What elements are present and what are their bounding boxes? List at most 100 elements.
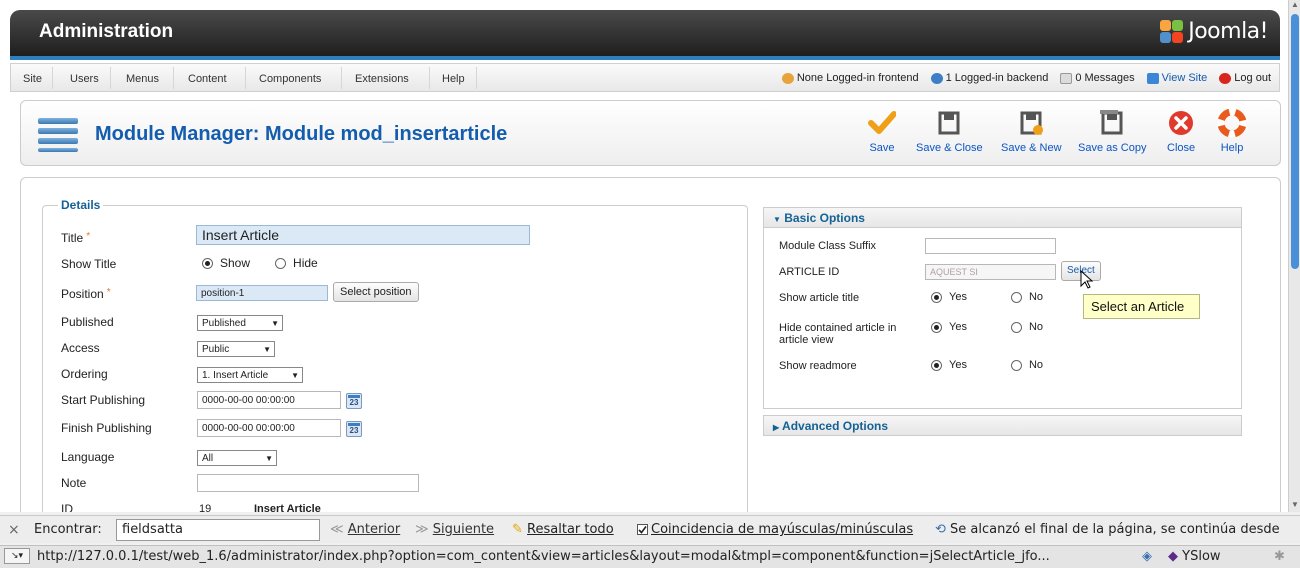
finish-publishing-input[interactable]: 0000-00-00 00:00:00: [197, 419, 341, 437]
menu-components[interactable]: Components: [259, 73, 321, 85]
id-article-title: Insert Article: [254, 503, 321, 512]
save-label: Save: [869, 142, 895, 154]
language-select[interactable]: All ▼: [197, 450, 277, 466]
no-option[interactable]: No: [1010, 291, 1043, 303]
checkbox-checked-icon[interactable]: [637, 524, 648, 535]
joomla-wordmark: Joomla!: [1188, 19, 1268, 44]
radio-button[interactable]: [275, 257, 287, 269]
highlight-all-button[interactable]: ✎ Resaltar todo: [512, 522, 614, 537]
show-title-radio-group: Show Hide: [202, 256, 343, 270]
title-input[interactable]: Insert Article: [196, 225, 530, 245]
module-class-suffix-input[interactable]: [925, 238, 1056, 254]
close-label: Close: [1167, 142, 1196, 154]
status-diamond-icon[interactable]: ◈: [1142, 549, 1152, 564]
menu-extensions[interactable]: Extensions: [355, 73, 409, 85]
menu-menus[interactable]: Menus: [126, 73, 159, 85]
dropdown-arrow-icon: ▼: [265, 454, 273, 463]
menu-site[interactable]: Site: [23, 73, 42, 85]
toolbar: Module Manager: Module mod_insertarticle…: [20, 100, 1281, 166]
start-publishing-input[interactable]: 0000-00-00 00:00:00: [197, 391, 341, 409]
save-new-button[interactable]: Save & New: [1001, 109, 1062, 154]
match-case-label: Coincidencia de mayúsculas/minúsculas: [651, 522, 914, 537]
no-label: No: [1028, 321, 1044, 333]
calendar-icon[interactable]: 23: [346, 421, 362, 437]
admin-menubar: Site Users Menus Content Components Exte…: [10, 63, 1280, 92]
id-value: 19: [199, 503, 212, 512]
yslow-button[interactable]: ◆ YSlow: [1168, 549, 1221, 564]
match-case-checkbox[interactable]: Coincidencia de mayúsculas/minúsculas: [637, 522, 913, 537]
scrollbar-thumb[interactable]: [1291, 14, 1299, 269]
access-label: Access: [61, 341, 100, 355]
radio-button-checked[interactable]: [931, 321, 942, 333]
required-star: *: [106, 287, 111, 298]
no-option[interactable]: No: [1010, 359, 1043, 371]
yes-option[interactable]: Yes: [931, 321, 967, 333]
radio-button[interactable]: [1010, 359, 1022, 371]
user-icon: [930, 72, 943, 84]
advanced-options-panel[interactable]: ▶ Advanced Options: [763, 415, 1242, 436]
save-close-button[interactable]: Save & Close: [916, 109, 983, 154]
logout-link[interactable]: Log out: [1219, 72, 1271, 84]
find-previous-button[interactable]: ≪ Anterior: [330, 522, 400, 537]
browser-viewport: Administration Joomla! Site Users Menus …: [0, 0, 1288, 512]
yes-label: Yes: [949, 321, 967, 333]
access-select[interactable]: Public ▼: [197, 341, 275, 357]
find-input[interactable]: fieldsatta: [116, 519, 320, 541]
basic-options-header[interactable]: ▼ Basic Options: [764, 208, 1241, 228]
monitor-icon: [1146, 72, 1159, 84]
messages-status[interactable]: 0 Messages: [1060, 72, 1135, 84]
radio-button-checked[interactable]: [931, 291, 942, 303]
title-label-text: Title: [61, 231, 84, 245]
published-select[interactable]: Published ▼: [197, 315, 283, 331]
view-site-link[interactable]: View Site: [1146, 72, 1208, 84]
yes-option[interactable]: Yes: [931, 291, 967, 303]
no-option[interactable]: No: [1010, 321, 1044, 333]
help-label: Help: [1220, 142, 1244, 154]
floppy-disk-copy-icon: [1098, 109, 1126, 137]
save-close-label: Save & Close: [916, 142, 983, 154]
page-title: Module Manager: Module mod_insertarticle: [95, 123, 508, 145]
show-title-label: Show Title: [61, 257, 117, 271]
advanced-options-title: Advanced Options: [782, 419, 889, 433]
radio-button-checked[interactable]: [931, 359, 942, 371]
radio-button[interactable]: [1010, 321, 1022, 333]
position-input[interactable]: position-1: [196, 285, 328, 301]
radio-button-checked[interactable]: [202, 257, 213, 269]
note-input[interactable]: [197, 474, 419, 492]
ordering-select[interactable]: 1. Insert Article ▼: [197, 367, 303, 383]
vertical-scrollbar[interactable]: ▲ ▼: [1288, 0, 1300, 512]
find-previous-label: Anterior: [347, 522, 401, 537]
article-id-label: ARTICLE ID: [779, 266, 840, 278]
joomla-logo[interactable]: Joomla!: [1160, 19, 1268, 44]
login-status: None Logged-in frontend 1 Logged-in back…: [781, 72, 1271, 84]
highlight-all-label: Resaltar todo: [527, 522, 614, 537]
find-next-button[interactable]: ≫ Siguiente: [415, 522, 494, 537]
frontend-status-label: None Logged-in frontend: [796, 72, 919, 84]
article-id-input[interactable]: AQUEST SI: [925, 264, 1056, 280]
addon-gear-icon[interactable]: ✱: [1274, 549, 1285, 564]
close-button[interactable]: Close: [1167, 109, 1195, 154]
save-new-label: Save & New: [1001, 142, 1062, 154]
yes-option[interactable]: Yes: [931, 359, 967, 371]
save-button[interactable]: Save: [868, 109, 897, 154]
backend-status: 1 Logged-in backend: [930, 72, 1048, 84]
menu-content[interactable]: Content: [188, 73, 227, 85]
calendar-icon[interactable]: 23: [346, 393, 362, 409]
status-dropdown-icon[interactable]: ↘▾: [4, 548, 30, 564]
finish-publishing-label: Finish Publishing: [61, 421, 152, 435]
help-button[interactable]: Help: [1217, 108, 1247, 154]
show-title-hide-option[interactable]: Hide: [275, 256, 318, 270]
menu-help[interactable]: Help: [442, 73, 465, 85]
view-site-label: View Site: [1161, 72, 1208, 84]
scroll-up-icon[interactable]: ▲: [1290, 0, 1300, 12]
show-title-show-option[interactable]: Show: [202, 256, 250, 270]
dropdown-arrow-icon: ▼: [271, 319, 279, 328]
messages-label: 0 Messages: [1075, 72, 1135, 84]
save-as-copy-button[interactable]: Save as Copy: [1078, 109, 1146, 154]
select-position-button[interactable]: Select position: [333, 282, 419, 302]
radio-button[interactable]: [1010, 291, 1022, 303]
close-findbar-icon[interactable]: ×: [8, 522, 20, 538]
menu-users[interactable]: Users: [70, 73, 99, 85]
scroll-down-icon[interactable]: ▼: [1290, 500, 1300, 512]
details-legend: Details: [58, 198, 104, 212]
